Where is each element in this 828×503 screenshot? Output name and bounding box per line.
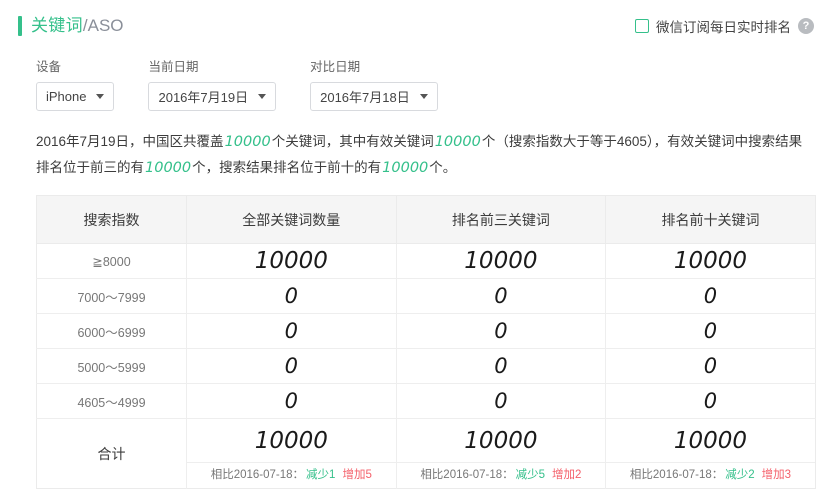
summary-part-3: 个（搜索指数大于等于4605），有效关键词中搜索结果 — [481, 134, 803, 149]
filter-device-label: 设备 — [36, 60, 62, 74]
row-top3-value: 10000 — [396, 243, 607, 279]
row-top3-value: 0 — [396, 278, 607, 314]
total-all-compare: 相比2016-07-18： 减少1 增加5 — [187, 463, 396, 488]
row-index-label: 4605～4999 — [36, 383, 187, 419]
row-all-value: 0 — [186, 313, 397, 349]
total-top10-compare: 相比2016-07-18： 减少2 增加3 — [606, 463, 815, 488]
page-header: 关键词 /ASO 微信订阅每日实时排名 ? — [0, 0, 828, 52]
device-select[interactable]: iPhone — [36, 82, 115, 111]
filter-current-date-label: 当前日期 — [148, 60, 199, 74]
row-top10-value: 0 — [605, 383, 816, 419]
table-row: 4605～4999 0 0 0 — [36, 383, 816, 419]
summary-total-keywords: 10000 — [224, 134, 271, 150]
chevron-down-icon — [419, 94, 428, 99]
keyword-table: 搜索指数 全部关键词数量 排名前三关键词 排名前十关键词 ≧8000 10000… — [36, 195, 816, 489]
row-top3-value: 0 — [396, 383, 607, 419]
compare-increase: 增加2 — [552, 469, 582, 481]
row-top10-value: 10000 — [605, 243, 816, 279]
page-title-sub: /ASO — [82, 16, 124, 35]
row-index-label: ≧8000 — [36, 243, 187, 279]
chevron-down-icon — [96, 94, 105, 99]
filter-bar: 设备 iPhone 当前日期 2016年7月19日 对比日期 2016年7月18… — [0, 52, 828, 111]
row-top10-value: 0 — [605, 313, 816, 349]
compare-decrease: 减少2 — [725, 469, 755, 481]
summary-top10-count: 10000 — [382, 160, 429, 176]
page-title: 关键词 /ASO — [18, 13, 124, 39]
compare-date-select-value: 2016年7月18日 — [320, 90, 410, 105]
col-header-top10-keywords: 排名前十关键词 — [605, 195, 816, 244]
compare-decrease: 减少1 — [306, 469, 336, 481]
keyword-table-wrap: 搜索指数 全部关键词数量 排名前三关键词 排名前十关键词 ≧8000 10000… — [0, 181, 828, 489]
summary-text: 2016年7月19日，中国区共覆盖10000个关键词，其中有效关键词10000个… — [0, 111, 828, 181]
compare-prefix: 相比2016-07-18： — [629, 469, 724, 481]
row-all-value: 0 — [186, 383, 397, 419]
subscribe-label: 微信订阅每日实时排名 — [656, 20, 791, 35]
filter-device: 设备 iPhone — [36, 56, 115, 111]
chevron-down-icon — [258, 94, 267, 99]
row-top3-value: 0 — [396, 348, 607, 384]
subscribe-control: 微信订阅每日实时排名 ? — [635, 16, 814, 36]
total-top3-compare: 相比2016-07-18： 减少5 增加2 — [397, 463, 606, 488]
row-top10-value: 0 — [605, 348, 816, 384]
current-date-select-value: 2016年7月19日 — [158, 90, 249, 105]
row-all-value: 0 — [186, 348, 397, 384]
filter-current-date: 当前日期 2016年7月19日 — [148, 56, 277, 111]
row-all-value: 0 — [186, 278, 397, 314]
table-row: 6000～6999 0 0 0 — [36, 313, 816, 349]
summary-part-2: 个关键词，其中有效关键词 — [271, 134, 434, 149]
question-mark-icon[interactable]: ? — [798, 18, 814, 34]
page-title-main: 关键词 — [31, 16, 83, 35]
device-select-value: iPhone — [46, 89, 87, 104]
total-all-value: 10000 — [187, 419, 396, 463]
row-index-label: 5000～5999 — [36, 348, 187, 384]
table-row: ≧8000 10000 10000 10000 — [36, 243, 816, 279]
summary-valid-keywords: 10000 — [434, 134, 481, 150]
table-header-row: 搜索指数 全部关键词数量 排名前三关键词 排名前十关键词 — [36, 195, 816, 244]
compare-decrease: 减少5 — [515, 469, 546, 481]
total-top10-cell: 10000 相比2016-07-18： 减少2 增加3 — [606, 419, 816, 489]
table-row: 7000～7999 0 0 0 — [36, 278, 816, 314]
total-all-cell: 10000 相比2016-07-18： 减少1 增加5 — [186, 418, 397, 489]
col-header-all-keywords: 全部关键词数量 — [186, 195, 397, 244]
total-top10-value: 10000 — [606, 419, 815, 463]
row-index-label: 7000～7999 — [36, 278, 187, 314]
col-header-top3-keywords: 排名前三关键词 — [396, 195, 607, 244]
compare-increase: 增加5 — [342, 469, 372, 481]
compare-increase: 增加3 — [761, 469, 792, 481]
total-label: 合计 — [36, 418, 187, 489]
row-index-label: 6000～6999 — [36, 313, 187, 349]
subscribe-checkbox[interactable] — [635, 19, 649, 33]
total-top3-value: 10000 — [396, 419, 606, 463]
compare-prefix: 相比2016-07-18： — [210, 469, 305, 481]
summary-part-6: 个。 — [429, 160, 457, 175]
summary-top3-count: 10000 — [145, 160, 192, 176]
summary-part-4: 排名位于前三的有 — [36, 160, 144, 175]
row-top10-value: 0 — [605, 278, 816, 314]
compare-prefix: 相比2016-07-18： — [420, 469, 514, 481]
summary-part-5: 个，搜索结果排名位于前十的有 — [192, 160, 382, 175]
title-accent-bar — [18, 16, 22, 36]
current-date-select[interactable]: 2016年7月19日 — [148, 82, 277, 111]
table-total-row: 合计 10000 相比2016-07-18： 减少1 增加5 10000 相比201… — [36, 418, 816, 489]
filter-compare-date: 对比日期 2016年7月18日 — [310, 56, 438, 111]
row-all-value: 10000 — [186, 243, 397, 279]
summary-part-1: 2016年7月19日，中国区共覆盖 — [36, 134, 224, 149]
col-header-search-index: 搜索指数 — [36, 195, 187, 244]
row-top3-value: 0 — [396, 313, 607, 349]
compare-date-select[interactable]: 2016年7月18日 — [310, 82, 438, 111]
total-top3-cell: 10000 相比2016-07-18： 减少5 增加2 — [396, 418, 607, 489]
filter-compare-date-label: 对比日期 — [310, 60, 361, 74]
table-row: 5000～5999 0 0 0 — [36, 348, 816, 384]
